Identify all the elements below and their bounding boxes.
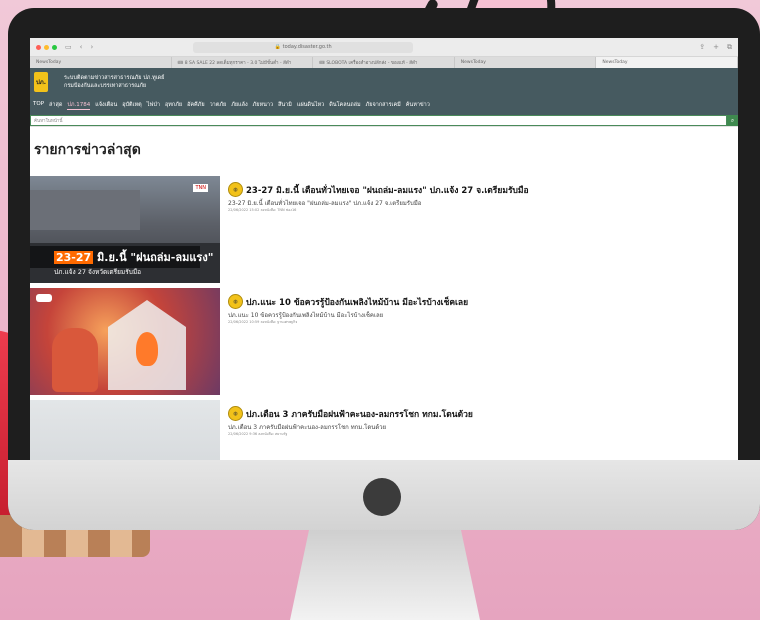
browser-tab[interactable]: 🎟 8 SA SALE 22 ลดเต็มทุกราคา - 3.0 ไม่มี… — [172, 57, 314, 68]
search-input[interactable]: ค้นหาในหน้านี้ — [30, 115, 727, 126]
sidebar-icon[interactable]: ▭ — [65, 43, 72, 51]
news-item[interactable]: TNN 23-27 มิ.ย.นี้ "ฝนถล่ม-ลมแรง" ปภ.แจ้… — [30, 176, 738, 287]
thumbnail-headline-text: มิ.ย.นี้ "ฝนถล่ม-ลมแรง" — [93, 251, 214, 264]
thumbnail-firefighter — [52, 328, 98, 392]
monitor-chin — [8, 460, 760, 530]
nav-item-top[interactable]: TOP — [33, 101, 44, 110]
category-badge-icon: ◍ — [228, 182, 243, 197]
news-title[interactable]: 23-27 มิ.ย.นี้ เตือนทั่วไทยเจอ "ฝนถล่ม-ล… — [246, 183, 529, 197]
thumbnail-headline-number: 23-27 — [54, 251, 94, 264]
logo-text: ปภ. — [35, 79, 47, 86]
news-title-row: ◍ 23-27 มิ.ย.นี้ เตือนทั่วไทยเจอ "ฝนถล่ม… — [228, 182, 529, 197]
thumbnail-subtitle: ปภ.แจ้ง 27 จังหวัดเตรียมรับมือ — [54, 268, 142, 276]
browser-tab[interactable]: 🎟 SLOBOTA เครื่องสำอางปลีกส่ง - ของแท้ -… — [313, 57, 455, 68]
search-bar: ค้นหาในหน้านี้ ⌕ — [30, 115, 738, 127]
site-title-line1: ระบบติดตามข่าวสารสาธารณภัย ปภ.ทูเดย์ — [64, 75, 165, 81]
nav-item-cold[interactable]: ภัยหนาว — [253, 101, 273, 110]
nav-item-accident[interactable]: อุบัติเหตุ — [122, 101, 141, 110]
nav-item-flood[interactable]: อุทกภัย — [165, 101, 182, 110]
news-thumbnail[interactable]: TNN 23-27 มิ.ย.นี้ "ฝนถล่ม-ลมแรง" ปภ.แจ้… — [30, 176, 220, 283]
search-button[interactable]: ⌕ — [727, 115, 738, 126]
share-icon[interactable]: ⇪ — [699, 43, 705, 51]
browser-toolbar: ▭ ‹ › 🔒 today.disaster.go.th ⇪ + ⧉ — [30, 38, 738, 57]
news-title-row: ◍ ปภ.เตือน 3 ภาครับมือฝนฟ้าคะนอง-ลมกรรโช… — [228, 406, 473, 421]
monitor-logo-dot — [363, 478, 401, 516]
site-header: ปภ. ระบบติดตามข่าวสารสาธารณภัย ปภ.ทูเดย์… — [30, 68, 738, 115]
nav-item-warning[interactable]: แจ้งเตือน — [95, 101, 117, 110]
thumbnail-headline: 23-27 มิ.ย.นี้ "ฝนถล่ม-ลมแรง" — [54, 248, 213, 266]
section-title: รายการข่าวล่าสุด — [34, 142, 141, 158]
thumbnail-brand: TNN — [193, 184, 208, 192]
nav-item-1784[interactable]: ปภ.1784 — [67, 101, 91, 110]
minimize-window-button[interactable] — [44, 44, 49, 50]
new-tab-icon[interactable]: + — [713, 43, 719, 51]
tab-label: 🎟 8 SA SALE 22 ลดเต็มทุกราคา - 3.0 ไม่มี… — [177, 61, 292, 66]
search-placeholder: ค้นหาในหน้านี้ — [34, 119, 63, 124]
browser-tab[interactable]: NewsToday — [30, 57, 172, 68]
nav-item-earthquake[interactable]: แผ่นดินไหว — [297, 101, 324, 110]
address-bar[interactable]: 🔒 today.disaster.go.th — [193, 41, 414, 53]
nav-item-search-news[interactable]: ค้นหาข่าว — [406, 101, 430, 110]
news-thumbnail[interactable] — [30, 288, 220, 395]
site-title-line2: กรมป้องกันและบรรเทาสาธารณภัย — [64, 83, 147, 89]
news-meta: 22/06/2022 9:36 ลงหนังสือ: สยามรัฐ — [228, 432, 288, 436]
search-icon: ⌕ — [730, 116, 735, 124]
screen: ▭ ‹ › 🔒 today.disaster.go.th ⇪ + ⧉ NewsT… — [30, 38, 738, 460]
tab-label: NewsToday — [602, 60, 628, 65]
thumbnail-fire-icon — [136, 332, 158, 366]
window-controls — [36, 44, 57, 50]
thumbnail-badge — [36, 294, 52, 302]
tab-label: NewsToday — [460, 60, 486, 65]
tab-label: 🎟 SLOBOTA เครื่องสำอางปลีกส่ง - ของแท้ -… — [319, 61, 418, 66]
thumbnail-building — [30, 190, 140, 230]
news-title-row: ◍ ปภ.แนะ 10 ข้อควรรู้ป้องกันเพลิงไหม้บ้า… — [228, 294, 468, 309]
news-item[interactable]: ◍ ปภ.แนะ 10 ข้อควรรู้ป้องกันเพลิงไหม้บ้า… — [30, 288, 738, 399]
close-window-button[interactable] — [36, 44, 41, 50]
nav-item-latest[interactable]: ล่าสุด — [49, 101, 62, 110]
nav-item-tsunami[interactable]: สึนามิ — [278, 101, 292, 110]
news-thumbnail[interactable] — [30, 400, 220, 460]
news-title[interactable]: ปภ.เตือน 3 ภาครับมือฝนฟ้าคะนอง-ลมกรรโชก … — [246, 407, 473, 421]
news-item[interactable]: ◍ ปภ.เตือน 3 ภาครับมือฝนฟ้าคะนอง-ลมกรรโช… — [30, 400, 738, 460]
category-badge-icon: ◍ — [228, 294, 243, 309]
news-title[interactable]: ปภ.แนะ 10 ข้อควรรู้ป้องกันเพลิงไหม้บ้าน … — [246, 295, 468, 309]
site-title: ระบบติดตามข่าวสารสาธารณภัย ปภ.ทูเดย์ กรม… — [64, 74, 164, 90]
nav-item-forest-fire[interactable]: ไฟป่า — [147, 101, 160, 110]
address-text: today.disaster.go.th — [282, 44, 332, 50]
forward-icon[interactable]: › — [90, 43, 93, 51]
monitor-stand — [290, 530, 480, 620]
nav-item-drought[interactable]: ภัยแล้ง — [231, 101, 247, 110]
news-list: TNN 23-27 มิ.ย.นี้ "ฝนถล่ม-ลมแรง" ปภ.แจ้… — [30, 176, 738, 460]
back-icon[interactable]: ‹ — [80, 43, 83, 51]
category-badge-icon: ◍ — [228, 406, 243, 421]
browser-tabs: NewsToday 🎟 8 SA SALE 22 ลดเต็มทุกราคา -… — [30, 57, 738, 68]
tab-overview-icon[interactable]: ⧉ — [727, 43, 732, 52]
tab-label: NewsToday — [36, 60, 62, 65]
browser-tab[interactable]: NewsToday — [455, 57, 597, 68]
main-nav: TOP ล่าสุด ปภ.1784 แจ้งเตือน อุบัติเหตุ … — [33, 101, 430, 110]
nav-item-fire[interactable]: อัคคีภัย — [187, 101, 205, 110]
news-meta: 22/06/2022 10:59 ลงหนังสือ: ฐานเศรษฐกิจ — [228, 320, 298, 324]
news-meta: 22/06/2022 15:02 ลงหนังสือ: TNN ช่อง16 — [228, 208, 297, 212]
site-logo[interactable]: ปภ. — [34, 72, 48, 92]
lock-icon: 🔒 — [274, 44, 283, 50]
nav-item-chemical[interactable]: ภัยจากสารเคมี — [366, 101, 401, 110]
nav-item-landslide[interactable]: ดินโคลนถล่ม — [329, 101, 360, 110]
nav-item-storm[interactable]: วาตภัย — [210, 101, 227, 110]
zoom-window-button[interactable] — [52, 44, 57, 50]
browser-tab-active[interactable]: NewsToday — [596, 57, 738, 68]
